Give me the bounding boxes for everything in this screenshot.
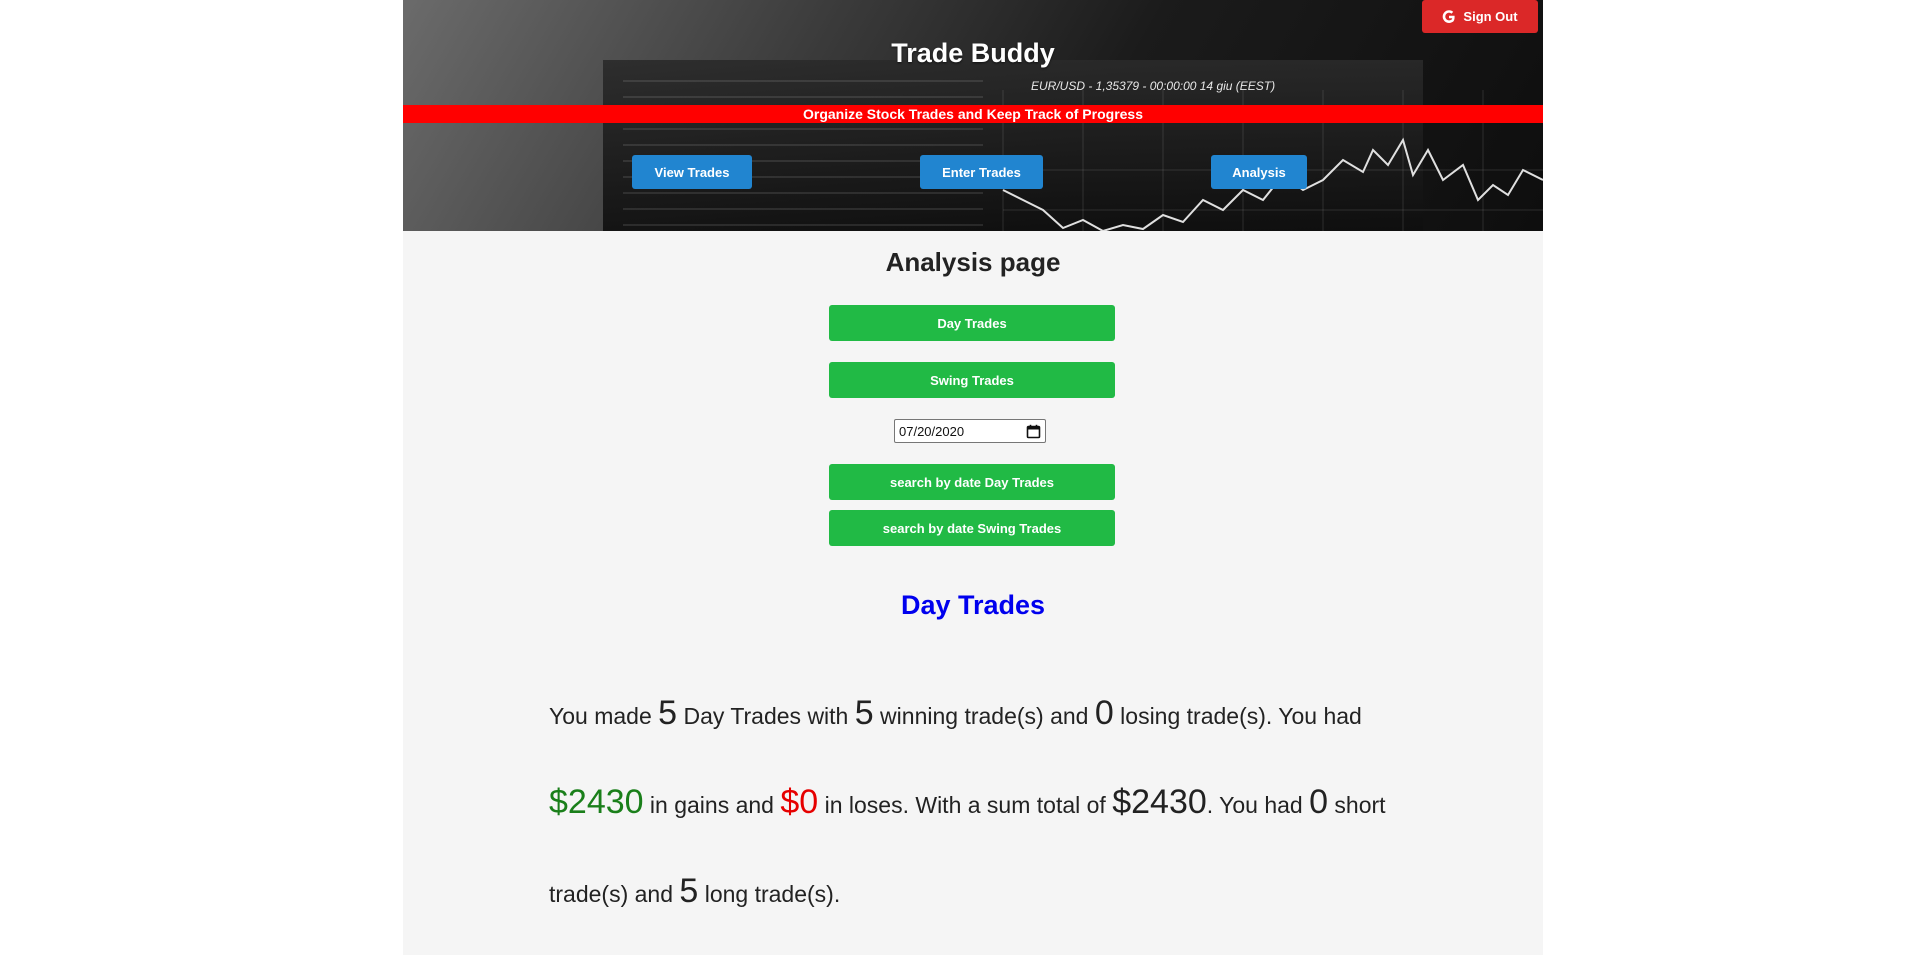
sign-out-button[interactable]: Sign Out <box>1422 0 1538 33</box>
summary-text: in gains and <box>643 792 781 818</box>
day-trades-summary: You made 5 Day Trades with 5 winning tra… <box>549 670 1409 937</box>
page-title: Analysis page <box>885 247 1061 277</box>
analysis-button[interactable]: Analysis <box>1211 155 1307 189</box>
summary-text: You made <box>549 703 659 729</box>
date-input-value: 07/20/2020 <box>899 423 965 439</box>
main-container: EUR/USD - 1,35379 - 00:00:00 14 giu (EES… <box>403 0 1543 955</box>
calendar-icon[interactable] <box>1026 424 1041 439</box>
summary-text: Day Trades with <box>677 703 855 729</box>
tagline-text: Organize Stock Trades and Keep Track of … <box>802 106 1143 122</box>
summary-text: . You had <box>1206 792 1310 818</box>
results-section-title: Day Trades <box>900 590 1046 620</box>
search-date-swing-trades-button[interactable]: search by date Swing Trades <box>829 510 1115 546</box>
summary-text: winning trade(s) and <box>873 703 1095 729</box>
loses-amount: $0 <box>780 783 819 821</box>
long-trades-count: 5 <box>679 872 699 910</box>
hero-ticker-text: EUR/USD - 1,35379 - 00:00:00 14 giu (EES… <box>1031 79 1276 93</box>
tagline-banner: Organize Stock Trades and Keep Track of … <box>403 105 1543 123</box>
short-trades-count: 0 <box>1309 783 1329 821</box>
swing-trades-button[interactable]: Swing Trades <box>829 362 1115 398</box>
winning-trades-count: 5 <box>854 694 874 732</box>
losing-trades-count: 0 <box>1094 694 1114 732</box>
view-trades-button[interactable]: View Trades <box>632 155 752 189</box>
gains-amount: $2430 <box>549 783 644 821</box>
sign-out-label: Sign Out <box>1463 9 1518 24</box>
app-title: Trade Buddy <box>891 38 1055 68</box>
day-trades-button[interactable]: Day Trades <box>829 305 1115 341</box>
search-date-day-trades-button[interactable]: search by date Day Trades <box>829 464 1115 500</box>
summary-text: long trade(s). <box>698 881 841 907</box>
summary-text: losing trade(s). You had <box>1113 703 1362 729</box>
google-icon <box>1443 9 1456 23</box>
sum-total-amount: $2430 <box>1112 783 1207 821</box>
hero-header: EUR/USD - 1,35379 - 00:00:00 14 giu (EES… <box>403 0 1543 231</box>
date-input[interactable]: 07/20/2020 <box>894 419 1046 443</box>
total-trades-count: 5 <box>658 694 678 732</box>
summary-text: in loses. With a sum total of <box>818 792 1113 818</box>
enter-trades-button[interactable]: Enter Trades <box>920 155 1043 189</box>
page: EUR/USD - 1,35379 - 00:00:00 14 giu (EES… <box>0 0 1920 955</box>
